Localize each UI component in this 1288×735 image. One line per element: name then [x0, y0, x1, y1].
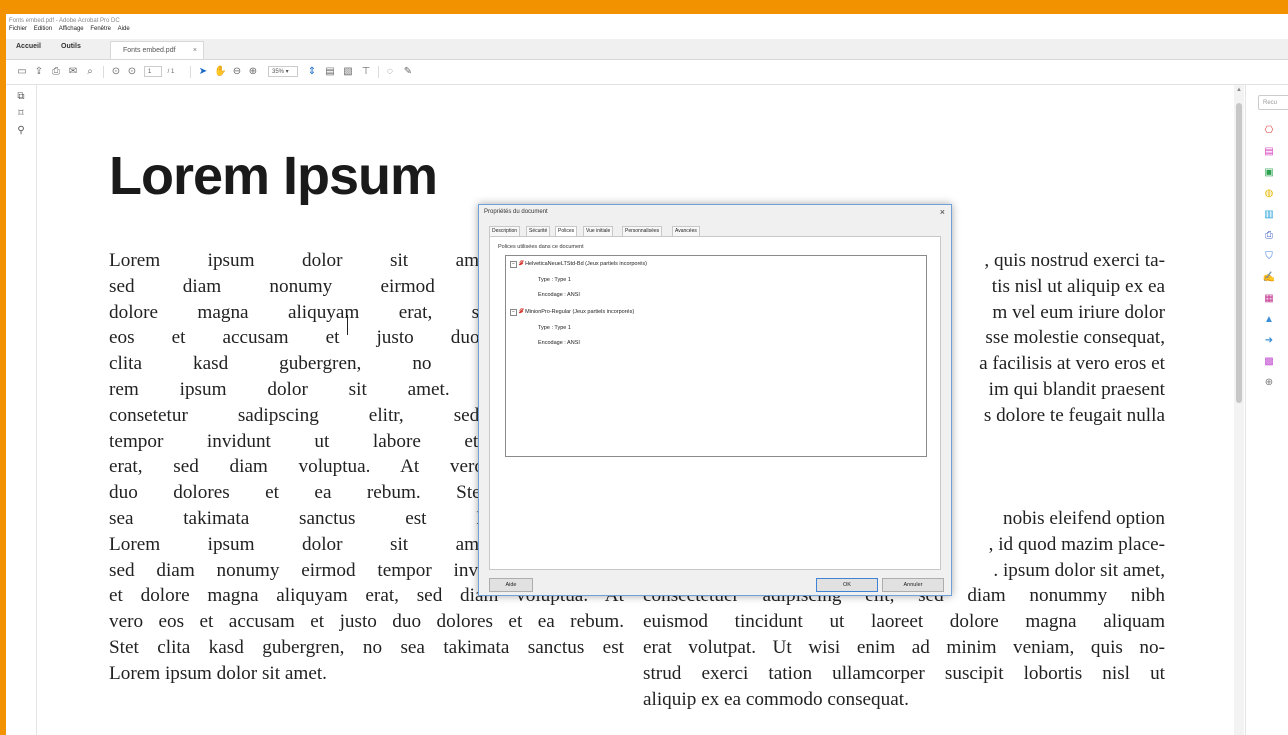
- scroll-up-icon[interactable]: ▲: [1236, 87, 1242, 93]
- fit-width-icon[interactable]: ▤: [324, 66, 336, 78]
- combine-files-icon[interactable]: ▥: [1262, 209, 1276, 221]
- page-number-input[interactable]: 1: [144, 66, 162, 77]
- mail-icon[interactable]: ✉: [67, 66, 79, 78]
- menu-bar: Fichier Edition Affichage Fenêtre Aide: [6, 26, 1288, 37]
- tab-bar: Accueil Outils Fonts embed.pdf ×: [6, 39, 1288, 60]
- search-icon[interactable]: ⌕: [84, 66, 96, 78]
- zoom-in-icon[interactable]: ⊕: [247, 66, 259, 78]
- send-review-icon[interactable]: ▦: [1262, 293, 1276, 305]
- tools-pane: Recu ⎔ ▤ ▣ ◍ ▥ ⎙ ⛉ ✍ ▦ ▲ ➜ ▩ ⊕: [1245, 85, 1288, 735]
- scroll-mode-icon[interactable]: ⊤: [360, 66, 372, 78]
- zoom-value: 35%: [272, 69, 285, 75]
- ok-button[interactable]: OK: [816, 578, 878, 592]
- page-total: / 1: [167, 69, 175, 75]
- left-navigation-rail: ⧉ ⌑ ⚲: [6, 85, 37, 735]
- page-up-icon[interactable]: ⊙: [110, 66, 122, 78]
- toolbar-divider: [378, 66, 379, 78]
- tab-document-label: Fonts embed.pdf: [123, 47, 176, 54]
- comment-icon[interactable]: ◌: [384, 66, 396, 78]
- zoom-select[interactable]: 35% ▾: [268, 66, 298, 77]
- font-encoding: Encodage : ANSI: [538, 340, 580, 346]
- create-pdf-icon[interactable]: ▣: [1262, 167, 1276, 179]
- text-cursor: [347, 315, 348, 335]
- text-line: Stet clita kasd gubergren, no sea takima…: [109, 636, 624, 658]
- acrobat-window: Fonts embed.pdf - Adobe Acrobat Pro DC F…: [6, 14, 1288, 735]
- export-pdf-icon[interactable]: ⎔: [1262, 125, 1276, 137]
- document-properties-dialog: Propriétés du document × Description Séc…: [478, 204, 952, 596]
- fill-sign-icon[interactable]: ✍: [1262, 272, 1276, 284]
- font-name: HelveticaNeueLTStd-Bd (Jeux partiels inc…: [525, 261, 647, 267]
- cancel-button[interactable]: Annuler: [882, 578, 944, 592]
- scroll-thumb[interactable]: [1236, 103, 1242, 403]
- page-heading: Lorem Ipsum: [109, 146, 438, 206]
- tools-search-input[interactable]: Recu: [1258, 95, 1288, 110]
- text-line: strud exerci tation ullamcorper suscipit…: [643, 662, 1165, 684]
- page-thumbnails-icon[interactable]: ⧉: [15, 91, 27, 103]
- text-line: erat volutpat. Ut wisi enim ad minim ven…: [643, 636, 1165, 658]
- text-line: aliquip ex ea commodo consequat.: [643, 688, 909, 710]
- zoom-out-icon[interactable]: ⊖: [231, 66, 243, 78]
- print-icon[interactable]: ⎙: [50, 66, 62, 78]
- edit-pdf-icon[interactable]: ▤: [1262, 146, 1276, 158]
- share-icon[interactable]: ➜: [1262, 335, 1276, 347]
- menu-fichier[interactable]: Fichier: [9, 26, 27, 32]
- close-icon[interactable]: ×: [940, 207, 945, 217]
- dialog-title: Propriétés du document: [484, 209, 548, 215]
- font-icon: 𝓕: [519, 261, 524, 267]
- organize-pages-icon[interactable]: ⎙: [1262, 230, 1276, 242]
- text-line: Lorem ipsum dolor sit amet.: [109, 662, 327, 684]
- fonts-panel: Polices utilisées dans ce document − 𝓕 Hel…: [489, 236, 941, 570]
- menu-affichage[interactable]: Affichage: [59, 26, 84, 32]
- tab-tools[interactable]: Outils: [61, 43, 81, 50]
- page-down-icon[interactable]: ⊙: [126, 66, 138, 78]
- font-encoding: Encodage : ANSI: [538, 292, 580, 298]
- collapse-node-icon[interactable]: −: [510, 309, 517, 316]
- menu-edition[interactable]: Edition: [34, 26, 52, 32]
- rich-media-icon[interactable]: ▩: [1262, 356, 1276, 368]
- text-line: euismod tincidunt ut laoreet dolore magn…: [643, 611, 1165, 633]
- toolbar-divider: [190, 66, 191, 78]
- font-node[interactable]: − 𝓕 HelveticaNeueLTStd-Bd (Jeux partiels i…: [510, 261, 647, 268]
- fonts-group-label: Polices utilisées dans ce document: [498, 244, 584, 250]
- vertical-scrollbar[interactable]: ▲: [1234, 85, 1244, 735]
- create-icon[interactable]: ▭: [16, 66, 28, 78]
- tab-home[interactable]: Accueil: [16, 43, 41, 50]
- text-line: vero eos et accusam et justo duo dolores…: [109, 611, 624, 633]
- help-button[interactable]: Aide: [489, 578, 533, 592]
- select-arrow-icon[interactable]: ➤: [197, 66, 209, 78]
- hand-tool-icon[interactable]: ✋: [214, 66, 226, 78]
- font-icon: 𝓕: [519, 309, 524, 315]
- fit-page-icon[interactable]: ⇕: [306, 66, 318, 78]
- collapse-node-icon[interactable]: −: [510, 261, 517, 268]
- font-node[interactable]: − 𝓕 MinionPro-Regular (Jeux partiels incor…: [510, 309, 634, 316]
- attachment-icon[interactable]: ⚲: [15, 125, 27, 137]
- toolbar-divider: [103, 66, 104, 78]
- font-name: MinionPro-Regular (Jeux partiels incorpo…: [525, 309, 635, 315]
- menu-aide[interactable]: Aide: [118, 26, 130, 32]
- optimize-icon[interactable]: ▲: [1262, 314, 1276, 326]
- bookmark-icon[interactable]: ⌑: [15, 108, 27, 120]
- fonts-tree[interactable]: − 𝓕 HelveticaNeueLTStd-Bd (Jeux partiels i…: [505, 255, 927, 457]
- upload-icon[interactable]: ⇪: [33, 66, 45, 78]
- tab-document[interactable]: Fonts embed.pdf ×: [110, 41, 204, 59]
- menu-fenetre[interactable]: Fenêtre: [90, 26, 111, 32]
- more-tools-icon[interactable]: ⊕: [1262, 377, 1276, 389]
- close-tab-icon[interactable]: ×: [193, 42, 197, 60]
- font-type: Type : Type 1: [538, 277, 571, 283]
- toolbar: ▭ ⇪ ⎙ ✉ ⌕ ⊙ ⊙ 1 / 1 ➤ ✋ ⊖ ⊕ 35% ▾ ⇕ ▤ ▧ …: [6, 60, 1288, 85]
- protect-icon[interactable]: ⛉: [1262, 251, 1276, 263]
- rotate-icon[interactable]: ▧: [342, 66, 354, 78]
- comment-tool-icon[interactable]: ◍: [1262, 188, 1276, 200]
- font-type: Type : Type 1: [538, 325, 571, 331]
- pen-icon[interactable]: ✎: [402, 66, 414, 78]
